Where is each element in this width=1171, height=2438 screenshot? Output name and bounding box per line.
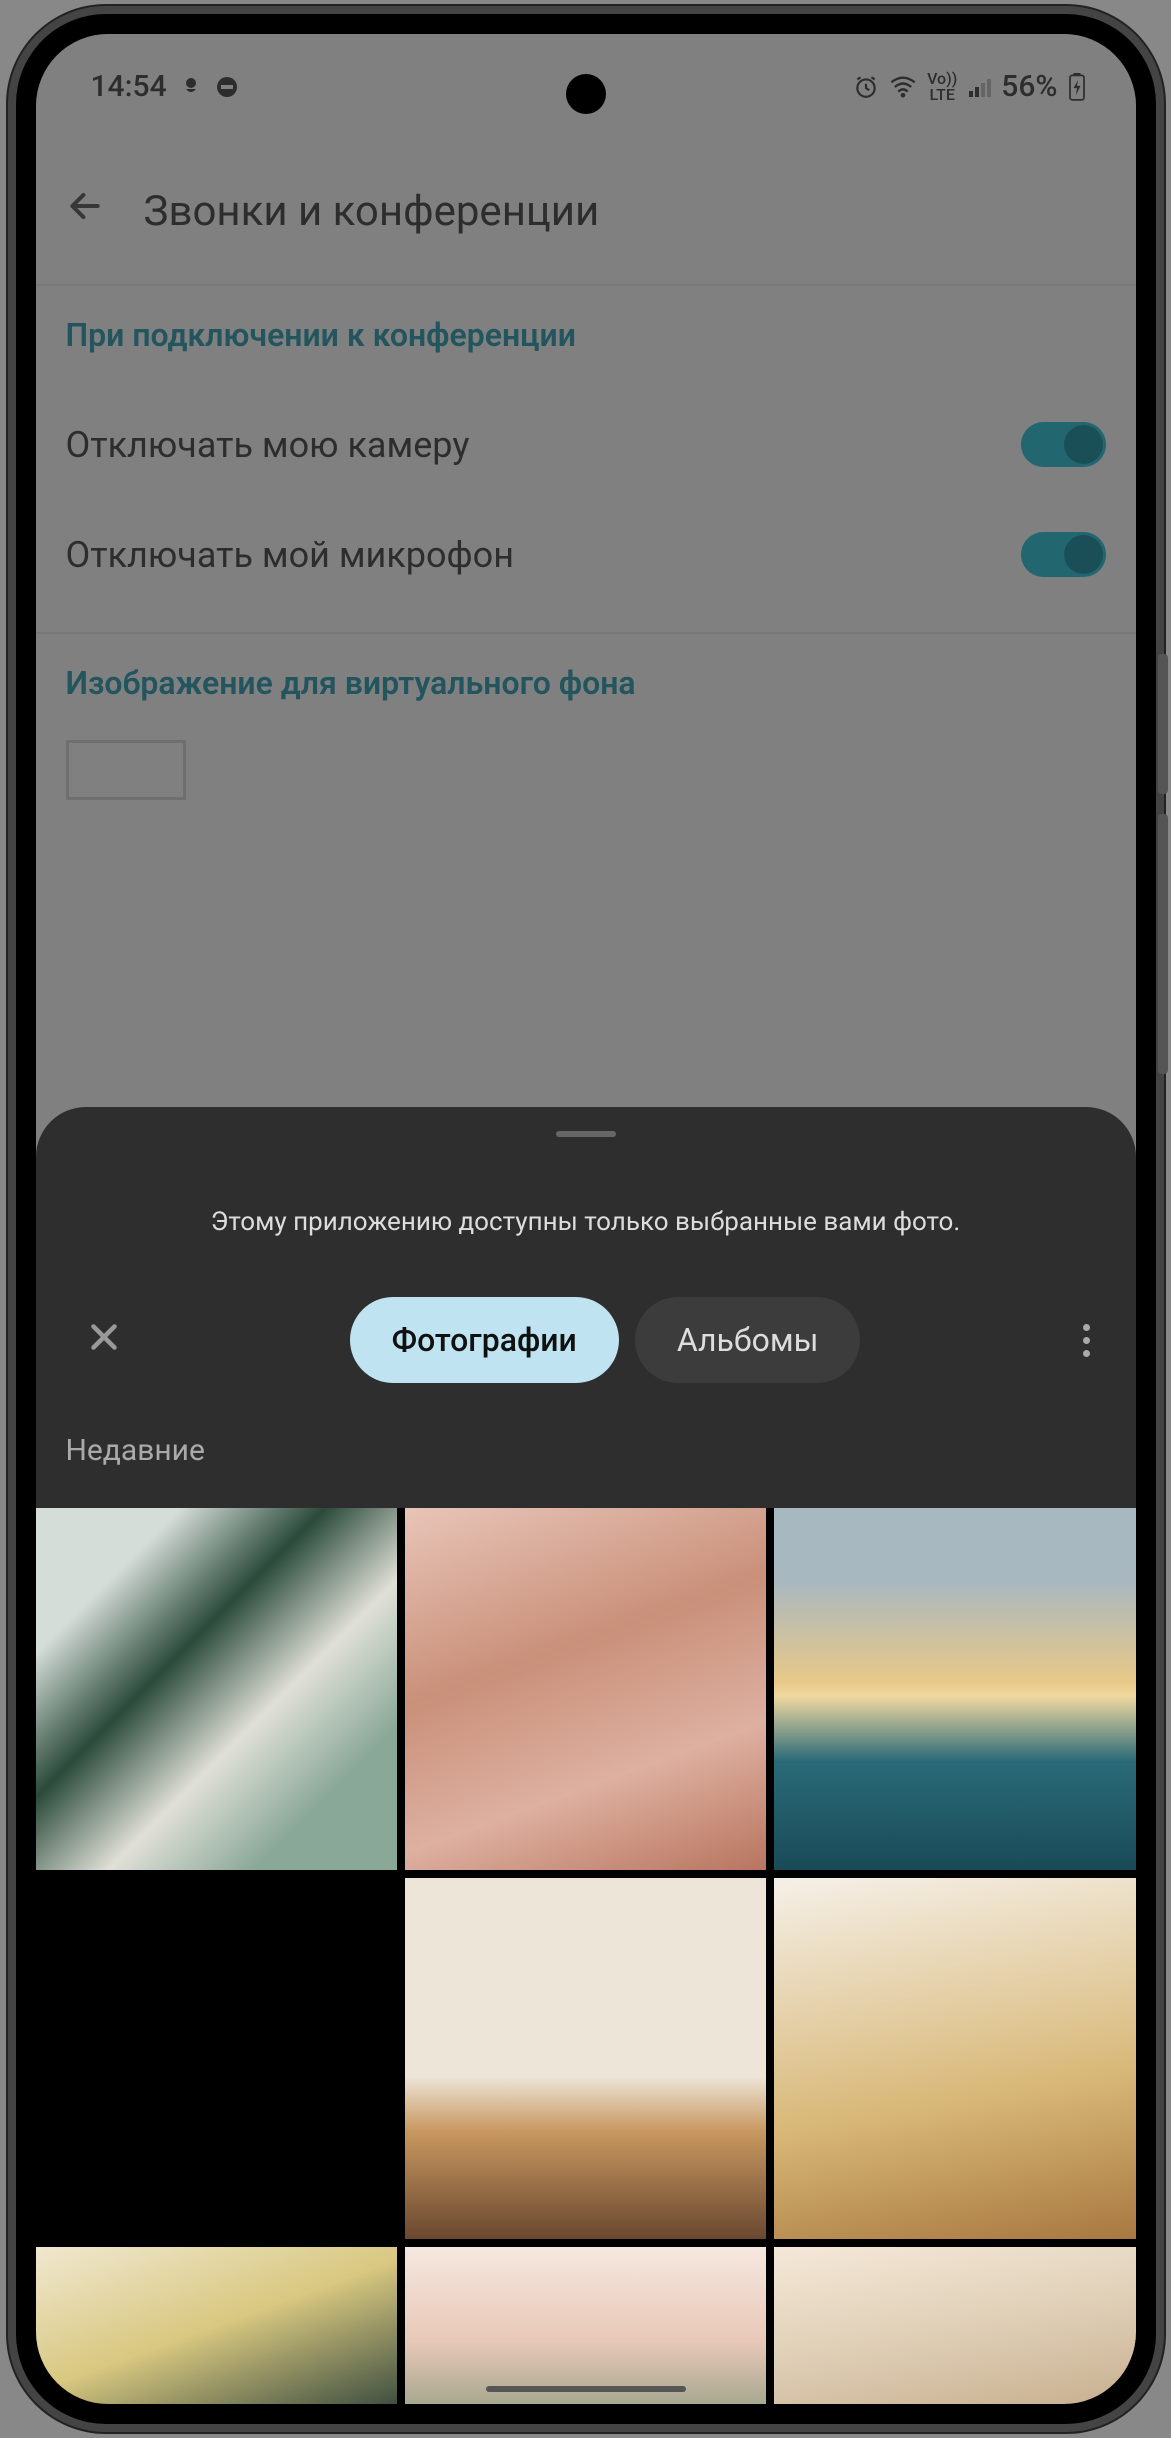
setting-disable-mic[interactable]: Отключать мой микрофон bbox=[66, 502, 1106, 612]
battery-icon bbox=[1068, 73, 1086, 101]
bg-thumbnail-placeholder[interactable] bbox=[66, 740, 186, 800]
sheet-permission-message: Этому приложению доступны только выбранн… bbox=[36, 1137, 1136, 1297]
notification-icon bbox=[179, 75, 203, 99]
app-bar: Звонки и конференции bbox=[36, 139, 1136, 284]
photo-thumbnail[interactable] bbox=[774, 2247, 1135, 2404]
photo-thumbnail[interactable] bbox=[405, 1878, 766, 2239]
camera-hole bbox=[566, 74, 606, 114]
tab-photos[interactable]: Фотографии bbox=[350, 1297, 619, 1383]
more-options-icon[interactable] bbox=[1068, 1314, 1105, 1367]
page-title: Звонки и конференции bbox=[144, 187, 600, 236]
photo-thumbnail[interactable] bbox=[36, 1508, 397, 1869]
setting-label: Отключать мой микрофон bbox=[66, 534, 514, 576]
section-title: Изображение для виртуального фона bbox=[66, 664, 1106, 702]
battery-percent: 56% bbox=[1001, 69, 1057, 104]
wifi-icon bbox=[889, 75, 917, 99]
back-arrow-icon[interactable] bbox=[66, 187, 104, 236]
nav-handle[interactable] bbox=[486, 2386, 686, 2392]
signal-icon bbox=[967, 75, 991, 99]
photo-thumbnail[interactable] bbox=[36, 1878, 397, 2239]
photo-picker-sheet: Этому приложению доступны только выбранн… bbox=[36, 1107, 1136, 2404]
setting-disable-camera[interactable]: Отключать мою камеру bbox=[66, 392, 1106, 502]
close-icon[interactable] bbox=[66, 1303, 142, 1377]
settings-section-conference: При подключении к конференции Отключать … bbox=[36, 284, 1136, 632]
photo-thumbnail[interactable] bbox=[405, 2247, 766, 2404]
section-title: При подключении к конференции bbox=[66, 316, 1106, 354]
dnd-icon bbox=[215, 75, 239, 99]
photo-grid bbox=[36, 1508, 1136, 2404]
photo-thumbnail[interactable] bbox=[36, 2247, 397, 2404]
photo-thumbnail[interactable] bbox=[405, 1508, 766, 1869]
toggle-mic[interactable] bbox=[1021, 532, 1106, 577]
tab-albums[interactable]: Альбомы bbox=[635, 1297, 861, 1383]
status-time: 14:54 bbox=[91, 69, 167, 104]
settings-section-background: Изображение для виртуального фона bbox=[36, 632, 1136, 820]
volte-icon: Vo))LTE bbox=[927, 71, 957, 103]
toggle-camera[interactable] bbox=[1021, 422, 1106, 467]
photo-thumbnail[interactable] bbox=[774, 1508, 1135, 1869]
recent-label: Недавние bbox=[36, 1433, 1136, 1508]
alarm-icon bbox=[853, 74, 879, 100]
photo-thumbnail[interactable] bbox=[774, 1878, 1135, 2239]
setting-label: Отключать мою камеру bbox=[66, 424, 470, 466]
